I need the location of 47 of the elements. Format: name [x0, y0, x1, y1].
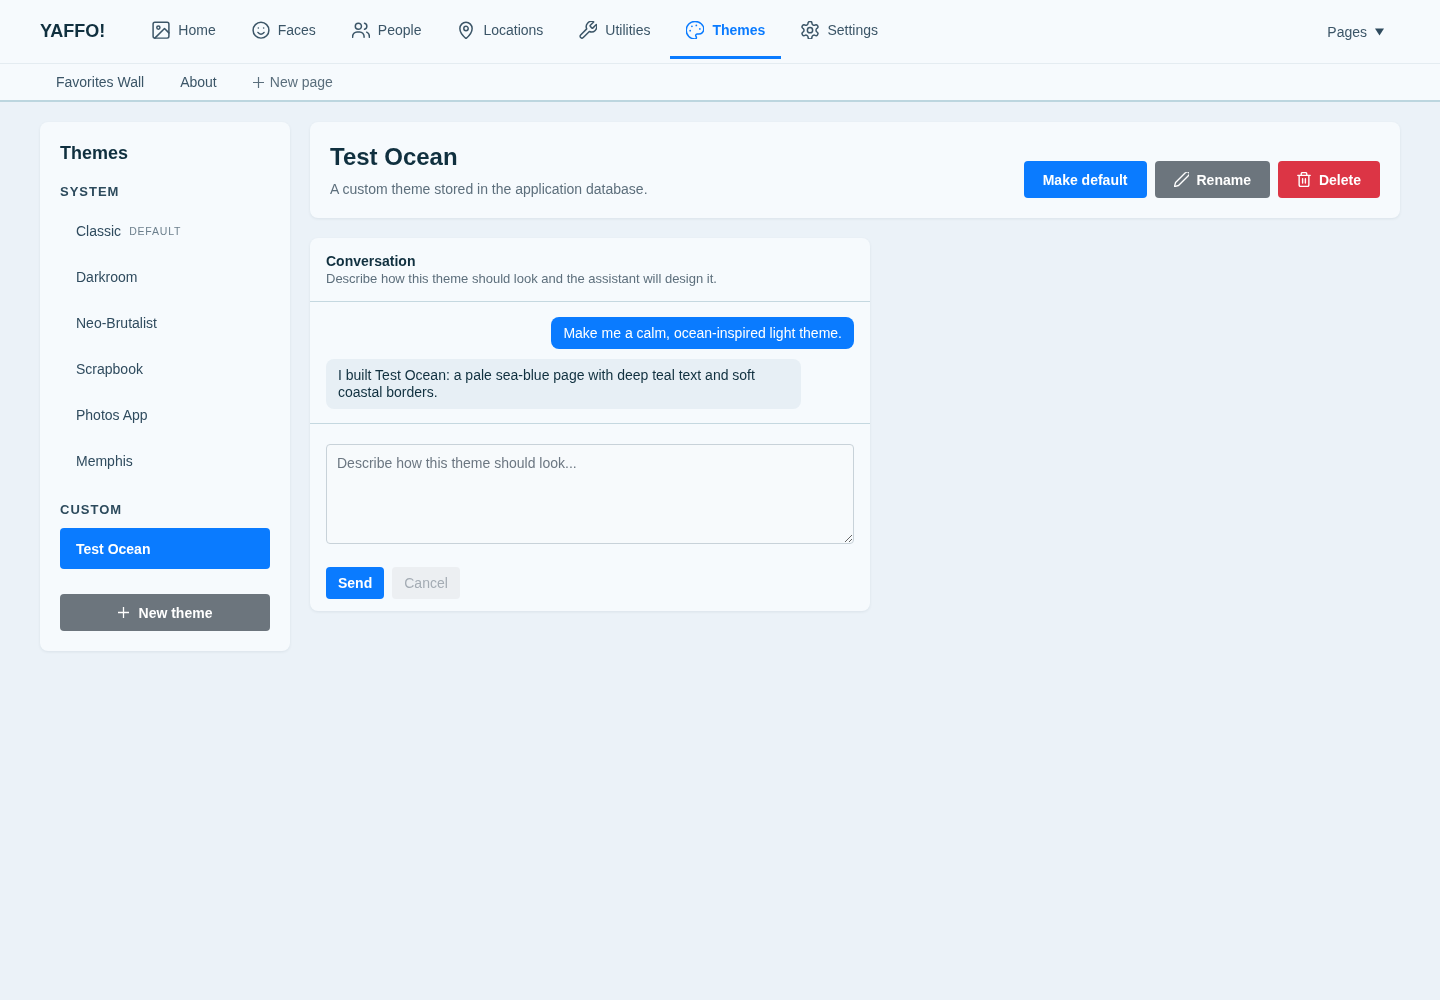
- theme-item[interactable]: Photos App: [60, 394, 270, 435]
- subnav-link[interactable]: Favorites Wall: [40, 74, 161, 90]
- plus-icon: [252, 76, 264, 88]
- nav-tab[interactable]: People: [335, 4, 438, 59]
- palette-icon: [686, 21, 705, 39]
- theme-item[interactable]: Scrapbook: [60, 348, 270, 389]
- group-heading: SYSTEM: [60, 183, 121, 201]
- theme-description: A custom theme stored in the application database.: [330, 180, 648, 198]
- nav-tab[interactable]: Faces: [235, 4, 332, 59]
- smiley-icon: [251, 21, 270, 39]
- caret-icon: [1375, 27, 1384, 36]
- group-heading: CUSTOM: [60, 501, 124, 519]
- assistant-message: I built Test Ocean: a pale sea-blue page with deep teal text and soft coastal borders.: [326, 359, 801, 409]
- user-message: Make me a calm, ocean-inspired light theme.: [551, 317, 854, 349]
- nav-tab[interactable]: Home: [136, 4, 232, 59]
- theme-item[interactable]: Darkroom: [60, 256, 270, 297]
- send-button[interactable]: Send: [326, 567, 385, 599]
- nav-tab[interactable]: Themes: [670, 4, 782, 59]
- conversation-hint: Describe how this theme should look and the assistant will design it.: [326, 270, 718, 288]
- theme-item[interactable]: Memphis: [60, 440, 270, 481]
- nav-tab[interactable]: Locations: [441, 4, 560, 59]
- make-default-button[interactable]: Make default: [1023, 161, 1147, 198]
- new-theme-button[interactable]: New theme: [60, 594, 270, 631]
- nav-tab[interactable]: Settings: [785, 4, 894, 59]
- theme-item[interactable]: Test Ocean: [60, 528, 270, 569]
- theme-item[interactable]: Classic DEFAULT: [60, 210, 270, 251]
- trash-icon: [1296, 172, 1311, 187]
- wrench-icon: [579, 21, 598, 39]
- plus-icon: [117, 607, 129, 618]
- default-label: DEFAULT: [129, 224, 182, 237]
- theme-title: Test Ocean: [330, 142, 459, 172]
- message-input[interactable]: Describe how this theme should look...: [326, 444, 854, 544]
- pencil-icon: [1173, 172, 1189, 187]
- theme-item[interactable]: Neo-Brutalist: [60, 302, 270, 343]
- subnav-link[interactable]: About: [164, 74, 233, 90]
- image-icon: [152, 21, 171, 39]
- conversation-title: Conversation: [326, 252, 417, 270]
- map-pin-icon: [457, 21, 476, 39]
- pages-menu[interactable]: Pages: [1311, 17, 1400, 46]
- rename-button[interactable]: Rename: [1154, 161, 1270, 198]
- settings-icon: [801, 21, 820, 39]
- subnav-link[interactable]: New page: [236, 74, 349, 90]
- nav-tab[interactable]: Utilities: [563, 4, 667, 59]
- users-icon: [351, 21, 370, 39]
- brand-name[interactable]: YAFFO!: [40, 21, 106, 42]
- delete-button[interactable]: Delete: [1277, 161, 1380, 198]
- sidebar-title: Themes: [60, 142, 130, 164]
